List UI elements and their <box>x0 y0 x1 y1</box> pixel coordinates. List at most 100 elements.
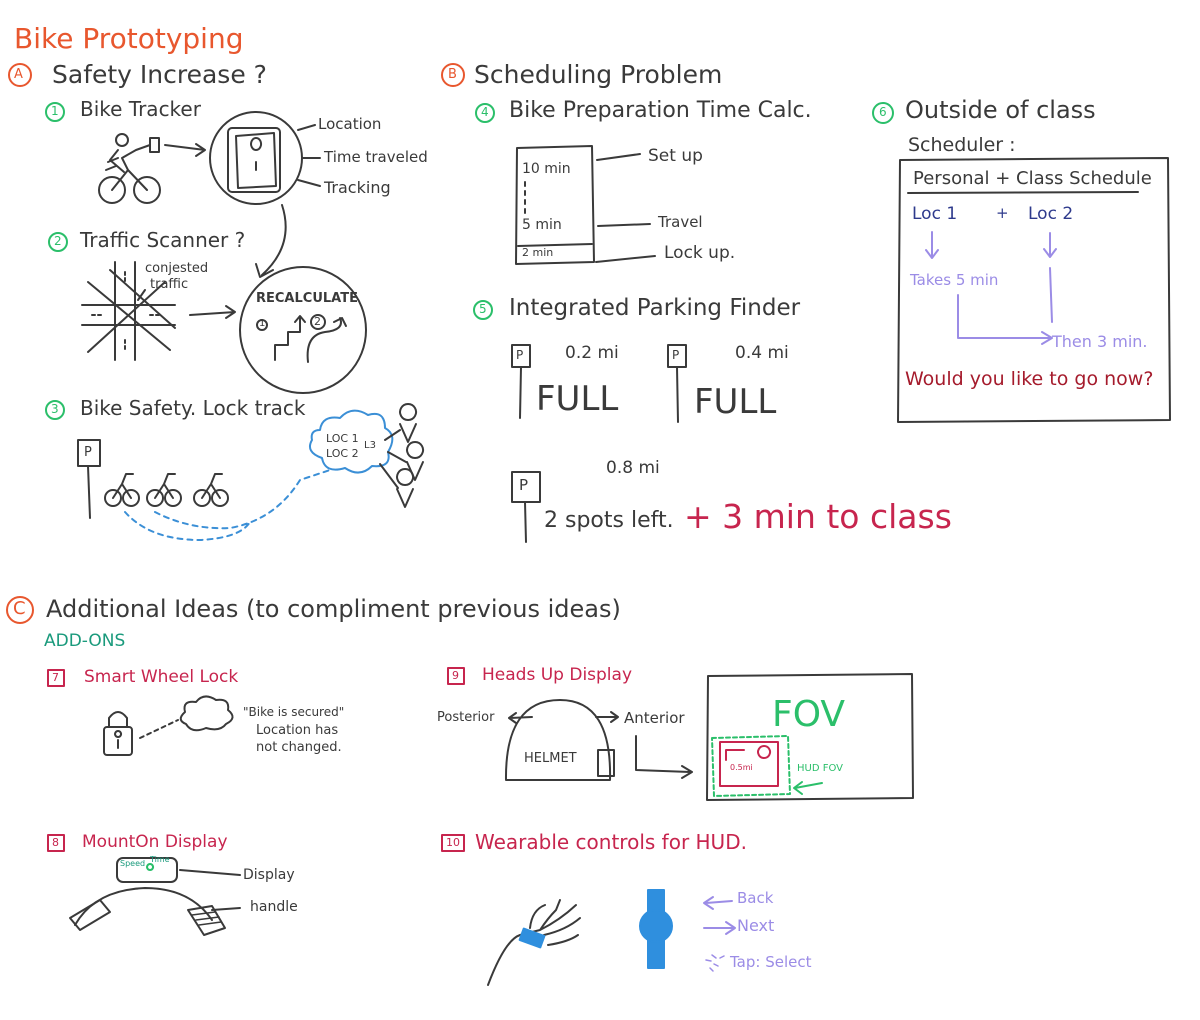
extra-time-note: + 3 min to class <box>684 497 952 536</box>
section-a-marker: A <box>14 67 23 82</box>
padlock-icon <box>103 711 133 756</box>
traffic-note-line1: conjested <box>145 261 209 276</box>
lock-quote-line3: not changed. <box>256 740 342 755</box>
tracker-label-location: Location <box>318 115 382 133</box>
watch-next-label: Next <box>737 916 775 935</box>
section-c-subheading: ADD-ONS <box>44 631 126 651</box>
prep-time-label-lines <box>595 153 656 263</box>
scheduler-loc2: Loc 2 <box>1028 204 1074 224</box>
item10-title: Wearable controls for HUD. <box>475 830 747 854</box>
lot1-letter: P <box>516 348 524 362</box>
recalc-step2: 2 <box>314 315 321 328</box>
item2-num: 2 <box>54 234 62 248</box>
lot2-status: FULL <box>694 382 777 422</box>
item3-title: Bike Safety. Lock track <box>80 396 306 420</box>
tracker-label-time: Time traveled <box>324 148 428 166</box>
section-b-marker: B <box>448 67 457 82</box>
section-a-heading: Safety Increase ? <box>52 60 267 89</box>
hand-wrist-icon <box>487 899 581 986</box>
scheduler-question: Would you like to go now? <box>905 368 1154 390</box>
cloud-loc3: L3 <box>364 440 376 451</box>
mount-label-handle: handle <box>250 899 298 915</box>
lot3-letter: P <box>519 476 529 494</box>
scheduler-takes: Takes 5 min <box>910 271 999 289</box>
hud-mini-distance: 0.5mi <box>730 763 753 772</box>
lock-to-cloud-dashed <box>139 719 179 739</box>
hud-fov-label: HUD FOV <box>797 763 844 774</box>
parking-sign-letter: P <box>84 445 92 460</box>
watch-back-label: Back <box>737 889 774 907</box>
item7-num: 7 <box>52 671 59 684</box>
scheduler-plus: + <box>996 204 1009 222</box>
watch-control-arrows <box>703 896 736 935</box>
cloud-loc2: LOC 2 <box>326 447 359 460</box>
mount-screen-speed: Speed <box>120 859 146 868</box>
item7-title: Smart Wheel Lock <box>84 667 239 687</box>
mount-screen-time: Time <box>150 855 170 864</box>
map-pin-icons <box>379 403 424 508</box>
helmet-icon <box>504 699 615 781</box>
lot1-status: FULL <box>536 379 619 419</box>
prep-label-lockup: Lock up. <box>664 243 736 263</box>
hud-posterior: Posterior <box>437 710 495 725</box>
item8-title: MountOn Display <box>82 832 228 852</box>
item6-title-line2: Scheduler : <box>908 134 1016 156</box>
item8-num: 8 <box>52 836 59 849</box>
scheduler-loc1: Loc 1 <box>912 204 958 224</box>
item4-title: Bike Preparation Time Calc. <box>509 98 812 123</box>
item5-num: 5 <box>479 302 487 316</box>
item1-title: Bike Tracker <box>80 97 201 121</box>
page-title: Bike Prototyping <box>14 22 244 55</box>
section-b-heading: Scheduling Problem <box>474 60 723 89</box>
lot1-distance: 0.2 mi <box>565 343 619 363</box>
tracker-device-icon <box>209 111 303 205</box>
mount-label-lines <box>179 869 241 911</box>
item3-num: 3 <box>51 402 59 416</box>
item9-title: Heads Up Display <box>482 665 633 685</box>
item1-num: 1 <box>51 104 59 118</box>
tap-indicator-icon <box>705 954 725 972</box>
scheduler-then: Then 3 min. <box>1052 332 1148 351</box>
recalculate-label: RECALCULATE <box>256 291 358 306</box>
prep-label-setup: Set up <box>648 146 703 166</box>
scheduler-box-title: Personal + Class Schedule <box>913 168 1152 189</box>
lock-quote-line2: Location has <box>256 723 339 738</box>
section-c-heading: Additional Ideas (to compliment previous… <box>46 595 621 623</box>
item4-num: 4 <box>481 105 489 119</box>
lock-quote-line1: "Bike is secured" <box>243 705 345 719</box>
traffic-note-line2: traffic <box>150 277 189 292</box>
prep-time-2: 2 min <box>522 246 554 259</box>
traffic-to-recalc-arrow <box>189 305 236 319</box>
helmet-to-fov-arrow <box>635 735 693 779</box>
helmet-label: HELMET <box>524 751 577 766</box>
tracker-to-recalc-arrow <box>255 204 287 278</box>
prep-time-10: 10 min <box>522 161 571 177</box>
hud-fov-pointer <box>793 781 823 795</box>
item5-title: Integrated Parking Finder <box>509 295 801 321</box>
cloud-loc1: LOC 1 <box>326 432 359 445</box>
prep-time-5: 5 min <box>522 217 562 233</box>
lot2-letter: P <box>672 348 680 362</box>
lock-cloud <box>179 695 234 732</box>
fov-frame <box>706 673 914 801</box>
recalculate-badge-icon <box>239 266 367 394</box>
watch-tap-label: Tap: Select <box>730 953 812 971</box>
lot3-status: 2 spots left. <box>544 508 674 533</box>
sketch-page: Bike Prototyping A Safety Increase ? 1 B… <box>0 0 1200 1020</box>
recalc-step1: 1 <box>259 318 266 329</box>
lot3-distance: 0.8 mi <box>606 458 660 478</box>
lot2-distance: 0.4 mi <box>735 343 789 363</box>
item2-title: Traffic Scanner ? <box>80 228 246 252</box>
section-c-marker: C <box>13 598 26 619</box>
tracker-arrow <box>164 143 206 157</box>
smartwatch-icon <box>639 889 673 969</box>
item10-num: 10 <box>446 836 460 849</box>
item6-title-line1: Outside of class <box>905 96 1096 124</box>
item6-num: 6 <box>879 105 887 119</box>
hud-anterior: Anterior <box>624 709 685 727</box>
prep-label-travel: Travel <box>658 213 703 231</box>
tracker-label-tracking: Tracking <box>324 178 391 197</box>
bike-rider-icon <box>98 133 161 204</box>
item9-num: 9 <box>452 669 459 682</box>
fov-label: FOV <box>772 694 846 735</box>
